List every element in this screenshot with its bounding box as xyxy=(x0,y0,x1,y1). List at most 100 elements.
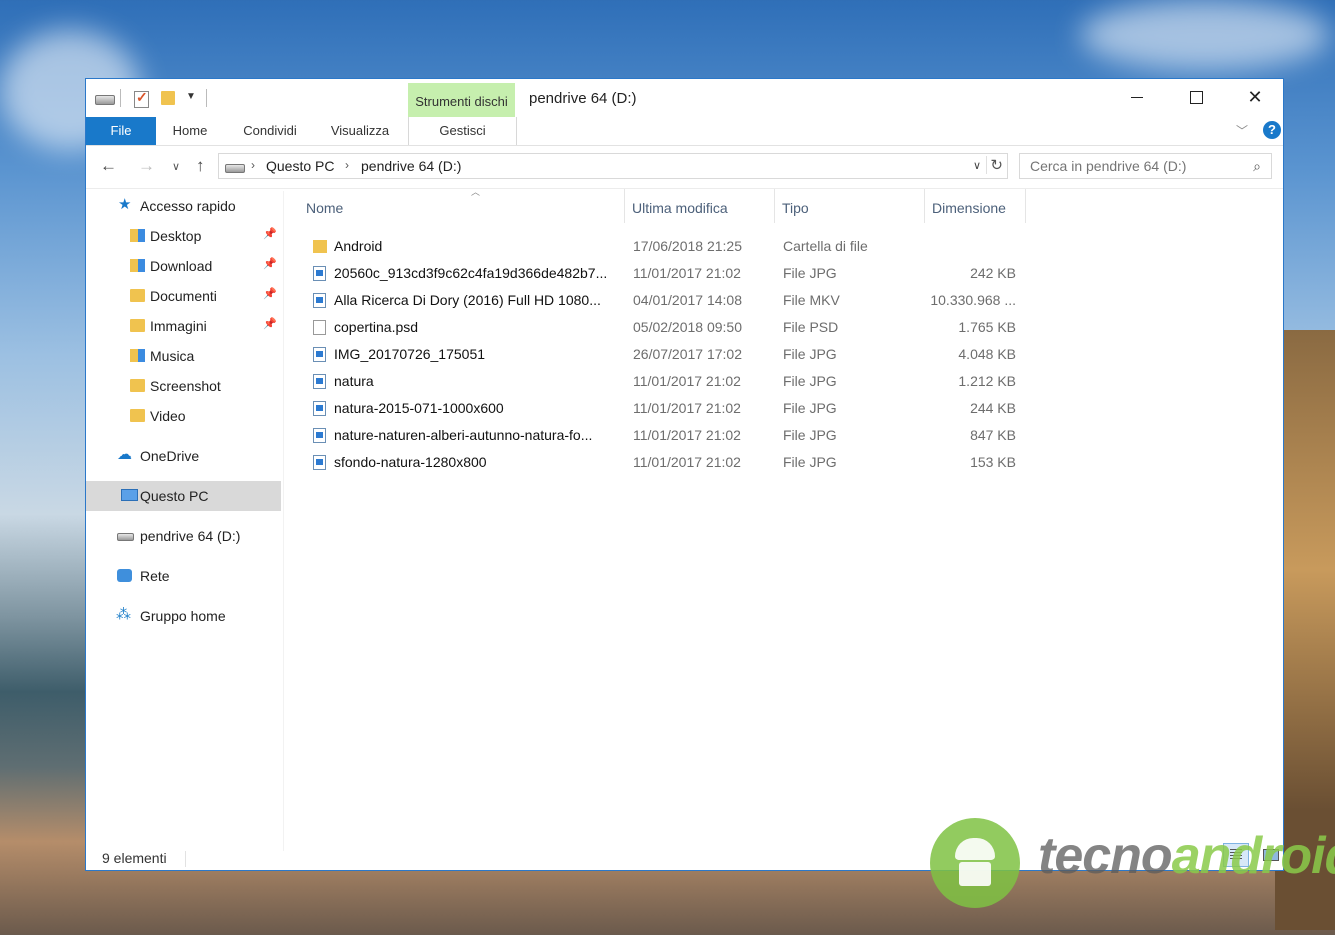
file-row[interactable]: copertina.psd 05/02/2018 09:50 File PSD … xyxy=(284,314,1029,341)
tab-view[interactable]: Visualizza xyxy=(320,117,400,145)
sidebar-item-pictures[interactable]: Immagini 📌 xyxy=(86,311,281,341)
up-arrow-icon[interactable]: ↑ xyxy=(196,156,205,176)
file-modified: 11/01/2017 21:02 xyxy=(633,427,741,443)
download-folder-icon xyxy=(130,259,145,272)
column-header-modified[interactable]: Ultima modifica xyxy=(624,189,774,223)
minimize-icon xyxy=(1131,97,1143,98)
column-header-name[interactable]: Nome ︿ xyxy=(298,187,624,223)
file-size: 244 KB xyxy=(970,400,1016,416)
pin-icon[interactable]: 📌 xyxy=(263,227,277,240)
search-box[interactable]: ⌕ xyxy=(1019,153,1272,179)
column-header-size[interactable]: Dimensione xyxy=(924,189,1025,223)
file-list: Nome ︿ Ultima modifica Tipo Dimensione A… xyxy=(284,187,1282,839)
breadcrumb-drive[interactable]: pendrive 64 (D:) xyxy=(361,158,461,174)
customize-toolbar-chevron-icon[interactable]: ▼ xyxy=(186,91,196,102)
file-row[interactable]: Alla Ricerca Di Dory (2016) Full HD 1080… xyxy=(284,287,1029,314)
column-header-label: Dimensione xyxy=(932,200,1006,216)
watermark-text-part1: tecno xyxy=(1038,827,1173,885)
sidebar-item-label: Desktop xyxy=(150,228,202,244)
column-header-label: Ultima modifica xyxy=(632,200,728,216)
minimize-button[interactable] xyxy=(1108,79,1166,115)
sidebar-item-label: OneDrive xyxy=(140,448,200,464)
breadcrumb-chevron-icon[interactable]: › xyxy=(345,158,349,172)
column-header-label: Tipo xyxy=(782,200,809,216)
sidebar-item-label: Musica xyxy=(150,348,195,364)
refresh-icon[interactable]: ↻ xyxy=(986,156,1003,174)
sidebar-item-video[interactable]: Video xyxy=(86,401,281,431)
back-arrow-icon[interactable]: ← xyxy=(100,156,117,176)
file-size: 10.330.968 ... xyxy=(930,292,1016,308)
sidebar-item-desktop[interactable]: Desktop 📌 xyxy=(86,221,281,251)
expand-ribbon-chevron-icon[interactable]: ﹀ xyxy=(1236,122,1248,139)
tab-file[interactable]: File xyxy=(86,117,156,145)
sidebar-item-quick-access[interactable]: ★ Accesso rapido xyxy=(86,191,281,221)
sidebar-item-label: Accesso rapido xyxy=(140,198,236,214)
pin-icon[interactable]: 📌 xyxy=(263,257,277,270)
breadcrumb-this-pc[interactable]: Questo PC xyxy=(266,158,334,174)
maximize-icon xyxy=(1190,91,1203,104)
file-row[interactable]: nature-naturen-alberi-autunno-natura-fo.… xyxy=(284,422,1029,449)
ribbon-tabs: File Home Condividi Visualizza Gestisci … xyxy=(86,117,1283,146)
file-row[interactable]: sfondo-natura-1280x800 11/01/2017 21:02 … xyxy=(284,449,1029,476)
breadcrumb-chevron-icon[interactable]: › xyxy=(251,158,255,172)
video-folder-icon xyxy=(130,409,145,422)
file-row[interactable]: 20560c_913cd3f9c62c4fa19d366de482b7... 1… xyxy=(284,260,1029,287)
file-name: natura xyxy=(334,373,374,389)
column-divider[interactable] xyxy=(1025,189,1026,223)
sidebar-item-homegroup[interactable]: ⁂ Gruppo home xyxy=(86,601,281,631)
file-row[interactable]: Android 17/06/2018 21:25 Cartella di fil… xyxy=(284,233,1029,260)
address-bar[interactable]: › Questo PC › pendrive 64 (D:) ∨ ↻ xyxy=(218,153,1008,179)
file-modified: 05/02/2018 09:50 xyxy=(633,319,742,335)
sidebar-item-label: Screenshot xyxy=(150,378,221,394)
file-name: natura-2015-071-1000x600 xyxy=(334,400,504,416)
tab-home[interactable]: Home xyxy=(160,117,220,145)
image-file-icon xyxy=(313,374,326,389)
sidebar-item-drive[interactable]: pendrive 64 (D:) xyxy=(86,521,281,551)
search-input[interactable] xyxy=(1028,157,1237,175)
tab-manage[interactable]: Gestisci xyxy=(408,117,517,145)
sidebar-item-screenshot[interactable]: Screenshot xyxy=(86,371,281,401)
sidebar-item-label: Video xyxy=(150,408,186,424)
file-name: Alla Ricerca Di Dory (2016) Full HD 1080… xyxy=(334,292,601,308)
forward-arrow-icon[interactable]: → xyxy=(138,156,155,176)
file-row[interactable]: IMG_20170726_175051 26/07/2017 17:02 Fil… xyxy=(284,341,1029,368)
sidebar-item-music[interactable]: Musica xyxy=(86,341,281,371)
computer-icon xyxy=(121,489,138,501)
file-modified: 11/01/2017 21:02 xyxy=(633,265,741,281)
file-name: 20560c_913cd3f9c62c4fa19d366de482b7... xyxy=(334,265,608,281)
navigation-bar: ← → ∨ ↑ › Questo PC › pendrive 64 (D:) ∨… xyxy=(86,146,1283,189)
sidebar-item-documents[interactable]: Documenti 📌 xyxy=(86,281,281,311)
recent-locations-chevron-icon[interactable]: ∨ xyxy=(172,160,180,173)
column-header-type[interactable]: Tipo xyxy=(774,189,924,223)
folder-icon xyxy=(313,240,327,253)
address-history-chevron-icon[interactable]: ∨ xyxy=(973,159,981,172)
desktop-folder-icon xyxy=(130,229,145,242)
search-icon[interactable]: ⌕ xyxy=(1253,158,1261,175)
cloud-icon: ☁ xyxy=(117,446,132,463)
help-button[interactable]: ? xyxy=(1263,121,1281,139)
properties-icon[interactable] xyxy=(134,89,149,108)
maximize-button[interactable] xyxy=(1167,79,1225,115)
network-icon xyxy=(117,569,132,582)
sidebar-item-this-pc[interactable]: Questo PC xyxy=(86,481,281,511)
explorer-window: ▼ Strumenti dischi pendrive 64 (D:) ✕ Fi… xyxy=(85,78,1284,871)
pin-icon[interactable]: 📌 xyxy=(263,317,277,330)
watermark-text: tecnoandroid xyxy=(1038,826,1335,886)
sidebar-item-onedrive[interactable]: ☁ OneDrive xyxy=(86,441,281,471)
new-folder-icon[interactable] xyxy=(161,91,175,105)
file-type: Cartella di file xyxy=(783,238,868,254)
file-type: File JPG xyxy=(783,346,837,362)
pin-icon[interactable]: 📌 xyxy=(263,287,277,300)
pictures-folder-icon xyxy=(130,319,145,332)
file-row[interactable]: natura-2015-071-1000x600 11/01/2017 21:0… xyxy=(284,395,1029,422)
sidebar-item-network[interactable]: Rete xyxy=(86,561,281,591)
item-count: 9 elementi xyxy=(102,850,167,866)
sidebar-item-download[interactable]: Download 📌 xyxy=(86,251,281,281)
file-row[interactable]: natura 11/01/2017 21:02 File JPG 1.212 K… xyxy=(284,368,1029,395)
drive-icon xyxy=(117,533,134,541)
status-divider xyxy=(185,851,186,867)
title-bar: ▼ Strumenti dischi pendrive 64 (D:) ✕ xyxy=(86,79,1283,117)
sidebar-item-label: Download xyxy=(150,258,213,274)
close-button[interactable]: ✕ xyxy=(1226,79,1284,115)
tab-share[interactable]: Condividi xyxy=(234,117,306,145)
